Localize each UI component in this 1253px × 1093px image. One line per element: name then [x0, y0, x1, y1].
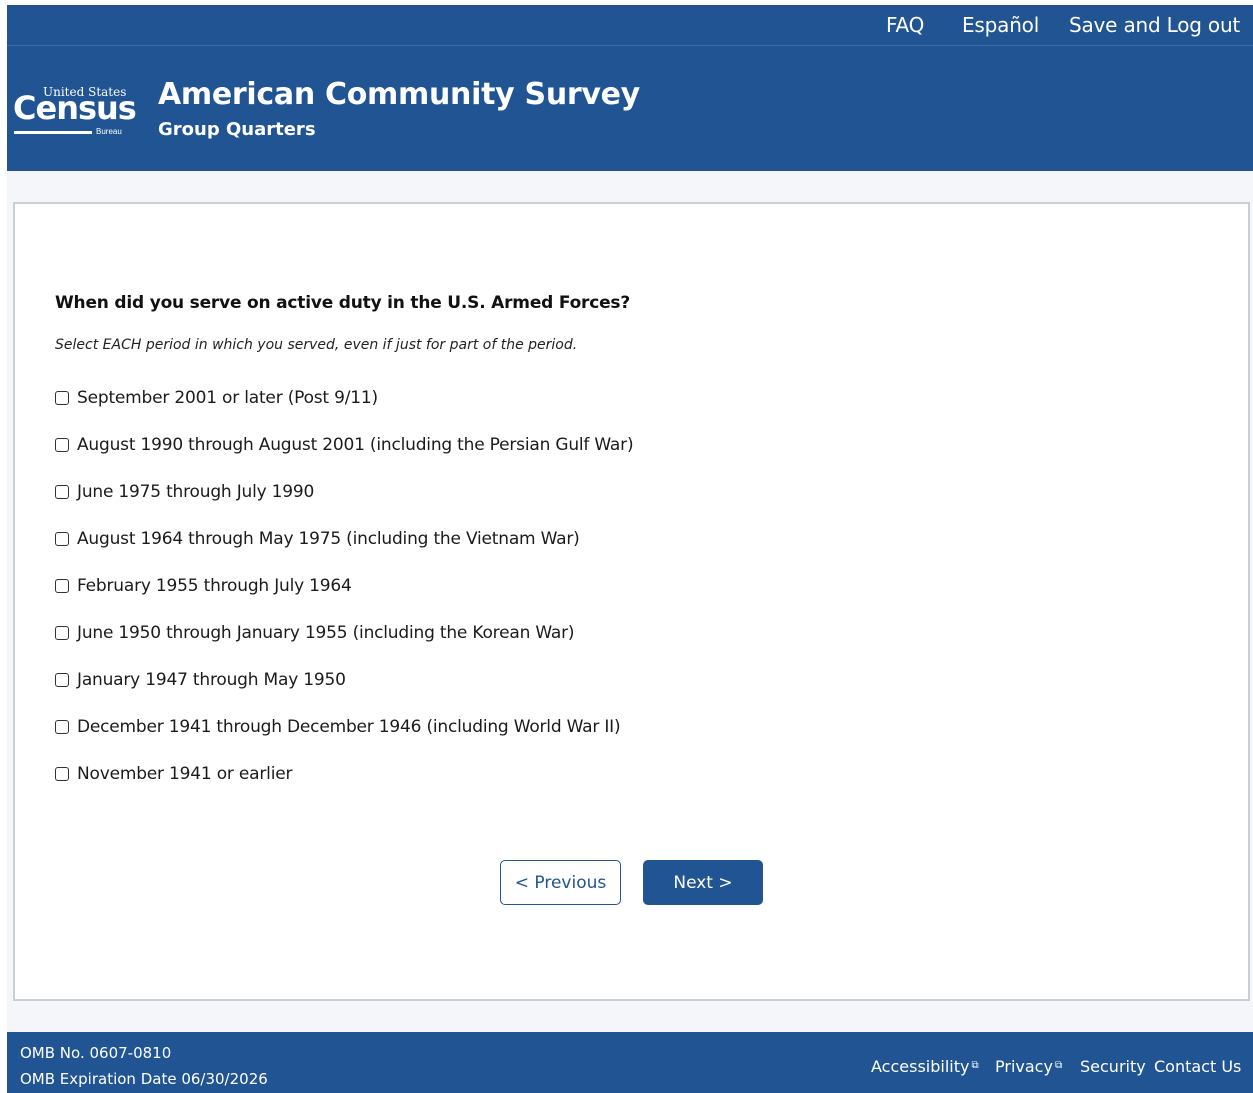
privacy-link[interactable]: Privacy ⧉ [995, 1057, 1062, 1076]
option-label: September 2001 or later (Post 9/11) [77, 388, 378, 408]
previous-button[interactable]: < Previous [500, 860, 621, 905]
checkbox[interactable] [55, 720, 69, 734]
external-link-icon: ⧉ [971, 1060, 979, 1071]
option-item[interactable]: June 1975 through July 1990 [55, 481, 314, 503]
omb-number: OMB No. 0607-0810 [20, 1044, 172, 1062]
security-link[interactable]: Security [1080, 1057, 1146, 1076]
logo-bottom-text: Bureau [96, 127, 122, 136]
option-item[interactable]: November 1941 or earlier [55, 763, 292, 785]
option-item[interactable]: January 1947 through May 1950 [55, 669, 346, 691]
option-label: June 1975 through July 1990 [77, 482, 315, 502]
accessibility-link[interactable]: Accessibility ⧉ [871, 1057, 979, 1076]
contact-us-link[interactable]: Contact Us [1154, 1057, 1241, 1076]
external-link-icon: ⧉ [1054, 1060, 1063, 1071]
option-label: February 1955 through July 1964 [77, 576, 352, 596]
save-logout-link[interactable]: Save and Log out [1069, 13, 1240, 37]
checkbox[interactable] [55, 438, 69, 452]
next-button[interactable]: Next > [643, 860, 763, 905]
checkbox[interactable] [55, 391, 69, 405]
checkbox[interactable] [55, 485, 69, 499]
faq-link[interactable]: FAQ [886, 13, 924, 37]
option-item[interactable]: February 1955 through July 1964 [55, 575, 352, 597]
site-title: American Community Survey [158, 77, 640, 112]
checkbox[interactable] [55, 767, 69, 781]
question-text: When did you serve on active duty in the… [55, 293, 631, 313]
checkbox[interactable] [55, 532, 69, 546]
accessibility-link-label: Accessibility [871, 1057, 970, 1076]
option-label: August 1990 through August 2001 (includi… [77, 435, 634, 455]
privacy-link-label: Privacy [995, 1057, 1053, 1076]
omb-expiration: OMB Expiration Date 06/30/2026 [20, 1070, 268, 1088]
logo-main-text: Census [13, 89, 137, 127]
option-item[interactable]: August 1964 through May 1975 (including … [55, 528, 580, 550]
option-item[interactable]: June 1950 through January 1955 (includin… [55, 622, 575, 644]
option-label: December 1941 through December 1946 (inc… [77, 717, 621, 737]
question-instruction: Select EACH period in which you served, … [55, 337, 578, 353]
utility-nav: FAQ Español Save and Log out [7, 5, 1253, 46]
option-item[interactable]: August 1990 through August 2001 (includi… [55, 434, 634, 456]
checkbox[interactable] [55, 626, 69, 640]
site-footer: OMB No. 0607-0810 OMB Expiration Date 06… [7, 1032, 1253, 1093]
option-item[interactable]: September 2001 or later (Post 9/11) [55, 387, 378, 409]
site-subtitle: Group Quarters [158, 119, 316, 140]
option-label: June 1950 through January 1955 (includin… [77, 623, 575, 643]
option-label: January 1947 through May 1950 [77, 670, 346, 690]
option-item[interactable]: December 1941 through December 1946 (inc… [55, 716, 621, 738]
question-card: When did you serve on active duty in the… [13, 202, 1250, 1001]
census-logo[interactable]: United States Census Bureau [13, 85, 137, 137]
option-label: November 1941 or earlier [77, 764, 293, 784]
checkbox[interactable] [55, 673, 69, 687]
espanol-link[interactable]: Español [962, 13, 1039, 37]
checkbox[interactable] [55, 579, 69, 593]
logo-underline [14, 131, 92, 134]
site-header: FAQ Español Save and Log out United Stat… [7, 5, 1253, 171]
option-label: August 1964 through May 1975 (including … [77, 529, 580, 549]
